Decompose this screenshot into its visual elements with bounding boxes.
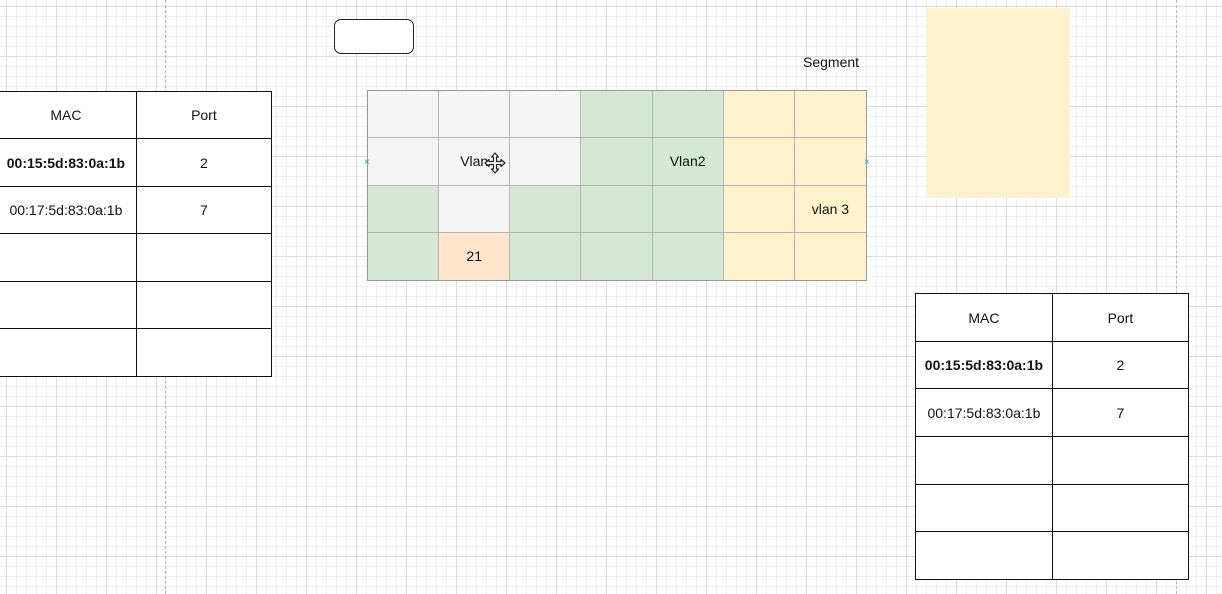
switch-port-cell[interactable] (510, 185, 582, 233)
mac-cell[interactable]: 00:15:5d:83:0a:1b (915, 341, 1053, 389)
port-cell[interactable]: 2 (1051, 341, 1190, 389)
switch-port-grid[interactable]: Vlan Vlan2 vlan 3 21 (367, 90, 867, 281)
switch-port-cell[interactable]: Vlan2 (652, 138, 724, 186)
switch-port-cell[interactable] (723, 232, 795, 280)
switch-port-cell[interactable] (368, 232, 440, 280)
mac-cell[interactable] (0, 281, 137, 329)
port-cell[interactable] (135, 281, 273, 329)
switch-port-cell[interactable] (439, 185, 511, 233)
port-header[interactable]: Port (135, 91, 273, 139)
port-header[interactable]: Port (1051, 293, 1190, 342)
switch-port-cell[interactable]: 21 (439, 232, 511, 280)
port-cell[interactable] (135, 328, 273, 377)
segment-label[interactable]: Segment (803, 54, 859, 70)
mac-cell[interactable] (915, 436, 1053, 485)
mac-cell[interactable] (915, 531, 1053, 580)
switch-port-cell[interactable] (581, 232, 653, 280)
port-cell[interactable] (1051, 484, 1190, 532)
sticky-note-shape[interactable] (927, 8, 1070, 198)
port-cell[interactable]: 2 (135, 138, 273, 187)
switch-port-cell[interactable] (723, 185, 795, 233)
mac-cell[interactable]: 00:17:5d:83:0a:1b (915, 388, 1053, 437)
switch-port-cell[interactable] (652, 91, 724, 139)
mac-cell[interactable]: 00:17:5d:83:0a:1b (0, 186, 137, 234)
switch-port-cell[interactable] (510, 138, 582, 186)
resize-handle-right[interactable]: × (864, 158, 870, 168)
switch-port-cell[interactable] (368, 138, 440, 186)
mac-cell[interactable] (0, 328, 137, 377)
move-icon (484, 152, 506, 174)
right-mac-table[interactable]: MAC Port 00:15:5d:83:0a:1b 2 00:17:5d:83… (915, 293, 1190, 580)
switch-port-cell[interactable] (581, 138, 653, 186)
port-cell[interactable]: 7 (135, 186, 273, 234)
mac-cell[interactable] (915, 484, 1053, 532)
switch-port-cell[interactable] (368, 91, 440, 139)
switch-port-cell[interactable] (794, 138, 866, 186)
switch-port-cell[interactable] (794, 91, 866, 139)
port-cell[interactable] (135, 233, 273, 282)
switch-port-cell[interactable] (510, 91, 582, 139)
switch-port-cell[interactable]: vlan 3 (794, 185, 866, 233)
resize-handle-left[interactable]: × (364, 158, 370, 168)
mac-cell[interactable] (0, 233, 137, 282)
switch-port-cell[interactable] (652, 232, 724, 280)
switch-port-cell[interactable] (439, 91, 511, 139)
port-cell[interactable] (1051, 436, 1190, 485)
switch-port-cell[interactable] (368, 185, 440, 233)
mac-header[interactable]: MAC (0, 91, 137, 139)
left-mac-table[interactable]: MAC Port 00:15:5d:83:0a:1b 2 00:17:5d:83… (0, 91, 273, 377)
switch-port-cell[interactable] (581, 91, 653, 139)
rounded-rectangle-shape[interactable] (334, 19, 414, 54)
port-cell[interactable] (1051, 531, 1190, 580)
mac-header[interactable]: MAC (915, 293, 1053, 342)
switch-port-cell[interactable] (652, 185, 724, 233)
mac-cell[interactable]: 00:15:5d:83:0a:1b (0, 138, 137, 187)
switch-port-cell[interactable] (723, 91, 795, 139)
switch-port-cell[interactable] (794, 232, 866, 280)
switch-port-cell[interactable] (723, 138, 795, 186)
switch-port-cell[interactable] (581, 185, 653, 233)
port-cell[interactable]: 7 (1051, 388, 1190, 437)
switch-port-cell[interactable] (510, 232, 582, 280)
